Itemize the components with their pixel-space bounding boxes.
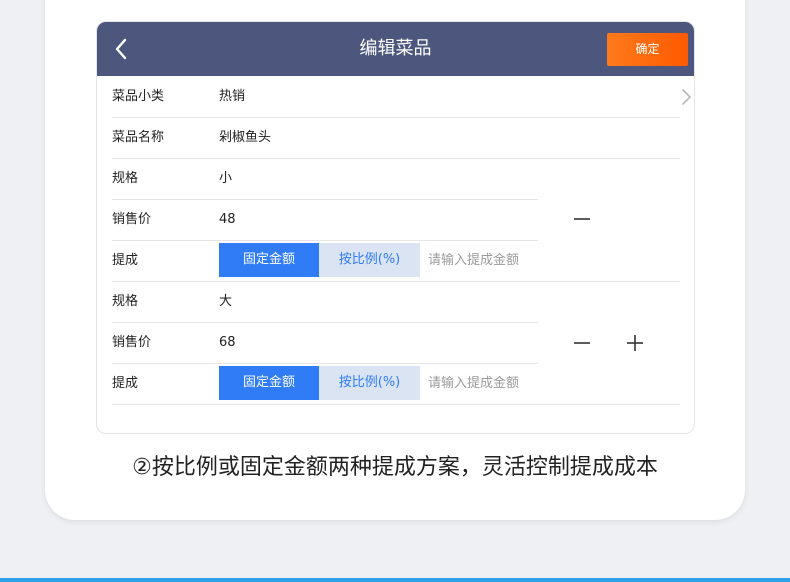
add-spec-icon[interactable] xyxy=(626,334,644,352)
price-row[interactable]: 销售价 48 xyxy=(112,199,542,240)
spec-row[interactable]: 规格 小 xyxy=(112,158,542,199)
price-value: 68 xyxy=(219,335,236,350)
dish-name-value: 剁椒鱼头 xyxy=(219,130,272,145)
remove-spec-icon[interactable] xyxy=(573,210,591,228)
commission-row: 提成 固定金额 按比例(%) xyxy=(112,363,672,404)
edit-dish-panel: 编辑菜品 确定 菜品小类 热销 菜品名称 剁椒鱼头 规格 小 销售价 48 提成… xyxy=(96,21,695,434)
spec-value: 大 xyxy=(219,294,233,309)
fixed-amount-button[interactable]: 固定金额 xyxy=(219,366,319,400)
ratio-button[interactable]: 按比例(%) xyxy=(319,366,420,400)
remove-spec-icon[interactable] xyxy=(573,334,591,352)
category-label: 菜品小类 xyxy=(112,89,165,104)
divider xyxy=(112,404,680,405)
price-label: 销售价 xyxy=(112,212,152,227)
commission-label: 提成 xyxy=(112,376,139,391)
bottom-accent-line xyxy=(0,578,790,582)
spec-label: 规格 xyxy=(112,171,139,186)
spec-row[interactable]: 规格 大 xyxy=(112,281,542,322)
commission-row: 提成 固定金额 按比例(%) xyxy=(112,240,672,281)
category-value: 热销 xyxy=(219,89,246,104)
spec-value: 小 xyxy=(219,171,233,186)
commission-amount-input[interactable] xyxy=(422,366,542,400)
price-label: 销售价 xyxy=(112,335,152,350)
spec-label: 规格 xyxy=(112,294,139,309)
dish-name-label: 菜品名称 xyxy=(112,130,165,145)
price-value: 48 xyxy=(219,212,236,227)
fixed-amount-button[interactable]: 固定金额 xyxy=(219,243,319,277)
commission-amount-input[interactable] xyxy=(422,243,542,277)
ratio-button[interactable]: 按比例(%) xyxy=(319,243,420,277)
confirm-button[interactable]: 确定 xyxy=(607,33,688,66)
price-row[interactable]: 销售价 68 xyxy=(112,322,542,363)
category-row[interactable]: 菜品小类 热销 xyxy=(112,76,691,117)
page-title: 编辑菜品 xyxy=(359,38,432,59)
chevron-right-icon xyxy=(682,89,691,105)
commission-label: 提成 xyxy=(112,253,139,268)
top-bar: 编辑菜品 确定 xyxy=(97,22,694,76)
dish-name-row[interactable]: 菜品名称 剁椒鱼头 xyxy=(112,117,682,158)
feature-caption: ②按比例或固定金额两种提成方案，灵活控制提成成本 xyxy=(132,455,658,480)
